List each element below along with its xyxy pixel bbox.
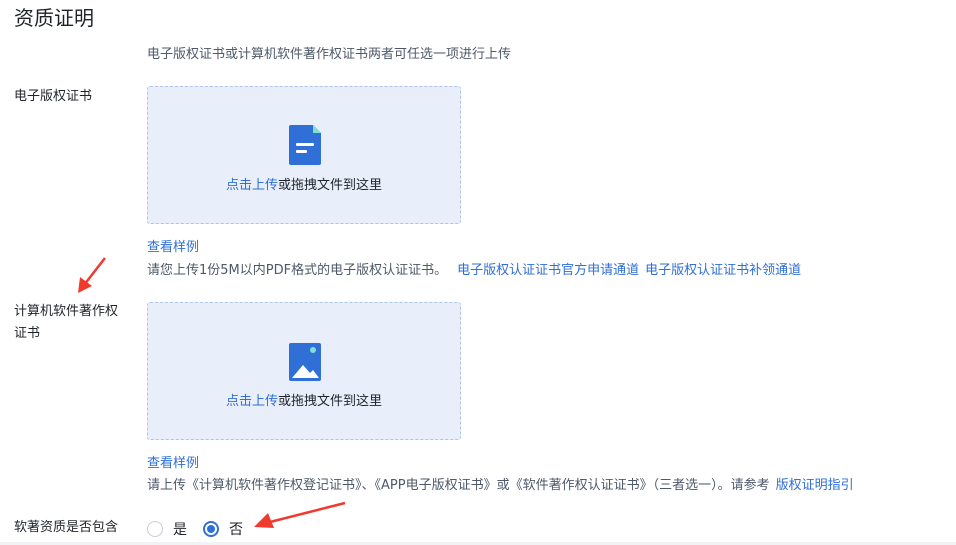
electronic-copyright-desc: 请您上传1份5M以内PDF格式的电子版权认证证书。 电子版权认证证书官方申请通道电… (147, 263, 802, 278)
click-upload-link[interactable]: 点击上传 (226, 178, 278, 193)
radio-checked-icon (203, 521, 219, 537)
image-icon (289, 343, 321, 385)
upload-prompt: 点击上传或拖拽文件到这里 (225, 394, 383, 409)
annotation-arrow-icon (254, 501, 346, 528)
document-icon (289, 125, 321, 169)
software-copyright-label: 计算机软件著作权 证书 (14, 304, 119, 341)
software-copyright-upload-area[interactable]: 点击上传或拖拽文件到这里 (147, 302, 461, 440)
software-copyright-desc: 请上传《计算机软件著作权登记证书》、《APP电子版权证书》或《软件著作权认证证书… (147, 478, 854, 493)
upload-prompt: 点击上传或拖拽文件到这里 (225, 178, 383, 193)
section-hint: 电子版权证书或计算机软件著作权证书两者可任选一项进行上传 (147, 47, 512, 62)
section-title: 资质证明 (14, 6, 94, 30)
annotation-arrow-icon (78, 257, 106, 293)
soft-copyright-include-label: 软著资质是否包含 (14, 520, 119, 535)
click-upload-link[interactable]: 点击上传 (226, 394, 278, 409)
radio-no[interactable]: 否 (203, 519, 243, 539)
copyright-guide-link[interactable]: 版权证明指引 (776, 478, 854, 493)
view-sample-link[interactable]: 查看样例 (147, 452, 199, 471)
electronic-copyright-upload-area[interactable]: 点击上传或拖拽文件到这里 (147, 86, 461, 224)
radio-unchecked-icon (147, 521, 163, 537)
electronic-copyright-label: 电子版权证书 (14, 89, 93, 104)
view-sample-link[interactable]: 查看样例 (147, 236, 199, 255)
reissue-link[interactable]: 电子版权认证证书补领通道 (645, 263, 801, 278)
official-apply-link[interactable]: 电子版权认证证书官方申请通道 (457, 263, 639, 278)
radio-yes[interactable]: 是 (147, 519, 187, 539)
